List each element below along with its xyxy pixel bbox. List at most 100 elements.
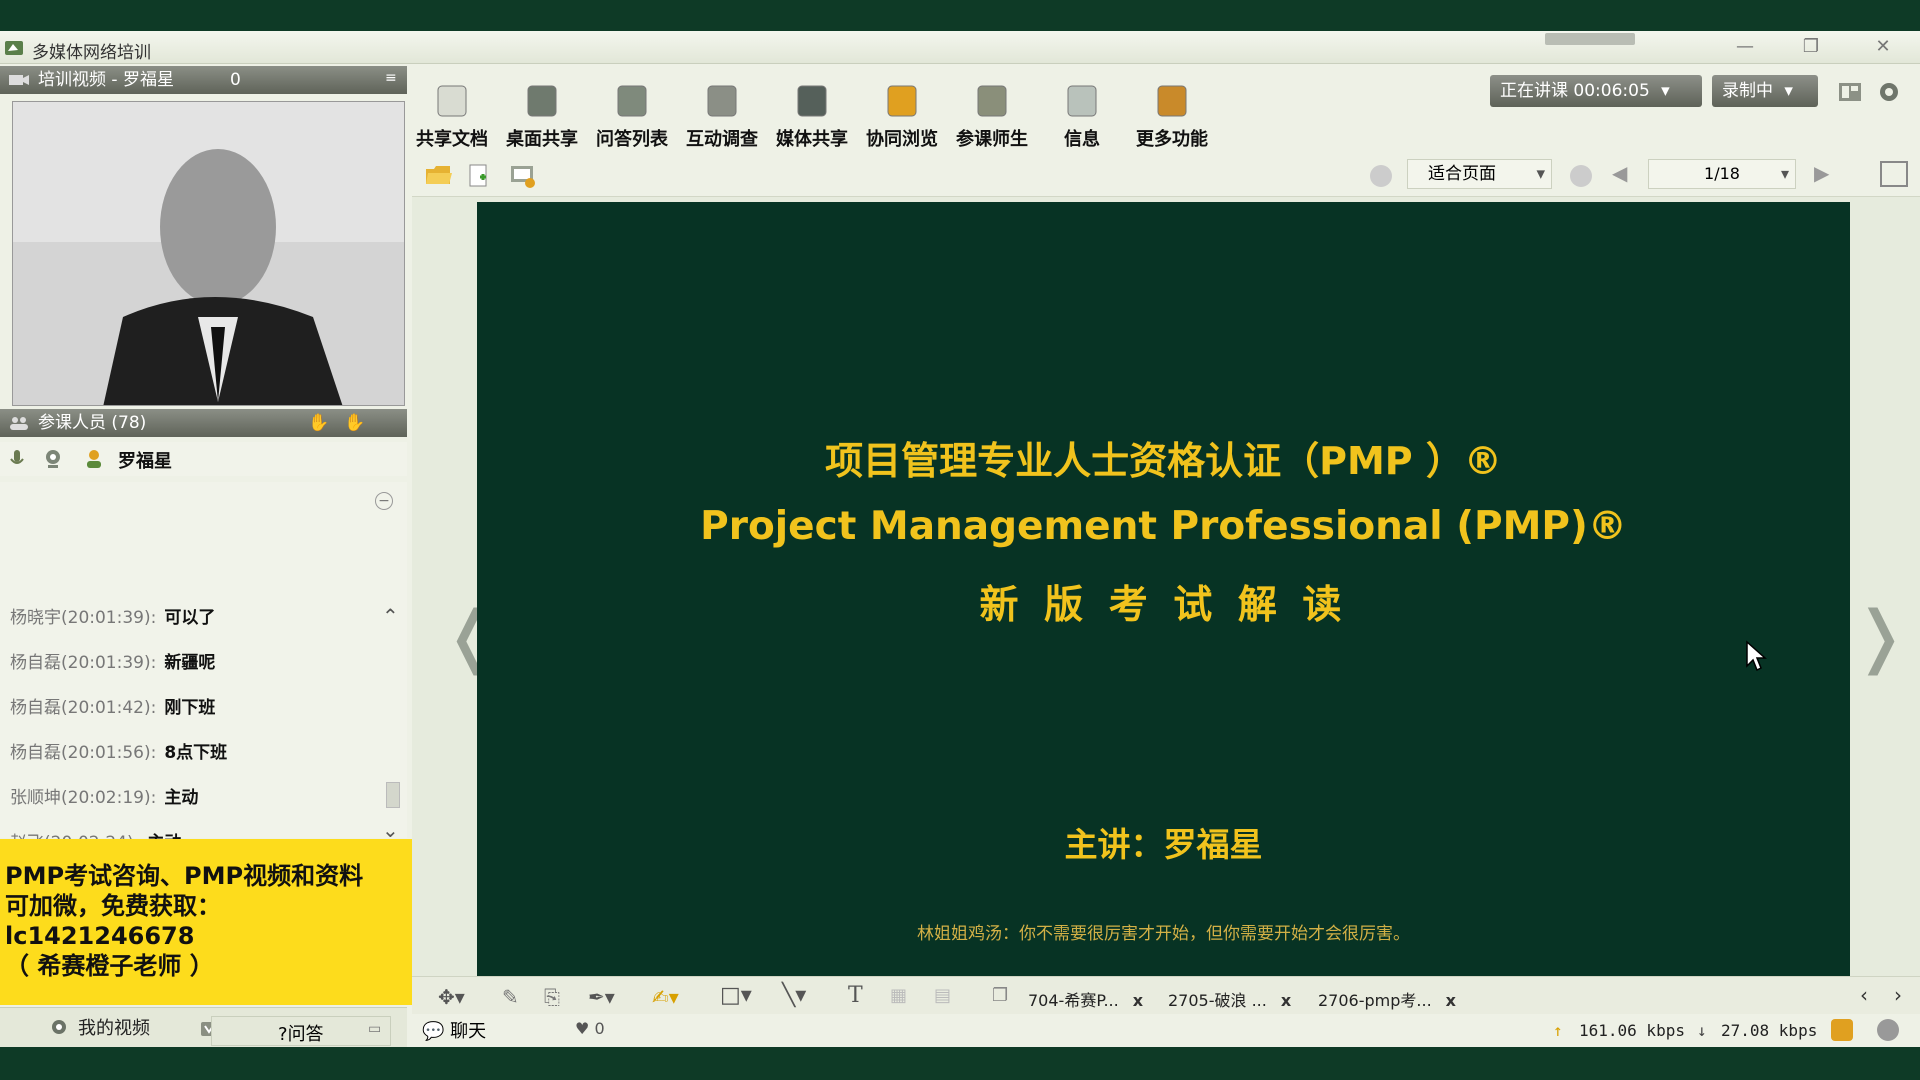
- close-tab-icon[interactable]: x: [1446, 991, 1456, 1010]
- layout-icon[interactable]: [1838, 81, 1862, 103]
- new-document-icon[interactable]: [466, 163, 492, 189]
- chevron-down-icon: ▾: [1661, 81, 1670, 101]
- chat-message: 杨自磊(20:01:42): 刚下班: [10, 694, 215, 722]
- video-count: 0: [230, 70, 241, 90]
- download-arrow-icon: ↓: [1697, 1021, 1707, 1040]
- slide: 项目管理专业人士资格认证（PMP ）® Project Management P…: [477, 202, 1850, 977]
- raise-hand-icon[interactable]: ✋: [308, 409, 329, 437]
- chat-message: 杨自磊(20:01:39): 新疆呢: [10, 649, 215, 677]
- page-select[interactable]: 1/18 ▾: [1648, 159, 1796, 189]
- chat-text: 刚下班: [164, 698, 216, 718]
- upload-arrow-icon: ↑: [1553, 1021, 1563, 1040]
- close-button[interactable]: ✕: [1868, 35, 1898, 59]
- toolbar-label: 互动调查: [686, 129, 758, 150]
- chat-message: 杨自磊(20:01:56): 8点下班: [10, 739, 227, 767]
- zoom-in-icon[interactable]: [1570, 165, 1592, 187]
- left-panel: 培训视频 - 罗福星 0 ≡ 参课人员 (78) ✋ ✋ 罗福星 − 杨晓宇(2…: [0, 64, 454, 1047]
- tabs-next-icon[interactable]: ›: [1894, 983, 1902, 1007]
- rectangle-tool-icon[interactable]: □▾: [720, 983, 752, 1008]
- slide-subtitle: 新 版 考 试 解 读: [979, 583, 1348, 628]
- close-tab-icon[interactable]: x: [1281, 991, 1291, 1010]
- presenter-video: [12, 101, 405, 406]
- heart-icon: ♥: [575, 1019, 590, 1038]
- close-tab-icon[interactable]: x: [1133, 991, 1143, 1010]
- settings-gear-icon[interactable]: [1876, 79, 1902, 105]
- chat-label: 聊天: [450, 1021, 487, 1042]
- slide-quote: 林姐姐鸡汤：你不需要很厉害才开始，但你需要开始才会很厉害。: [917, 924, 1410, 944]
- clear-icon[interactable]: ⎘: [544, 985, 560, 1009]
- network-icon[interactable]: [1831, 1019, 1853, 1041]
- recording-status[interactable]: 录制中 ▾: [1712, 75, 1818, 107]
- pointer-tool-icon[interactable]: ✥▾: [438, 985, 465, 1009]
- chat-sender: 杨自磊(20:01:42):: [10, 698, 157, 718]
- teaching-status[interactable]: 正在讲课 00:06:05 ▾: [1490, 75, 1702, 107]
- download-speed: 27.08 kbps: [1721, 1021, 1818, 1040]
- chat-text: 8点下班: [164, 743, 228, 763]
- next-page-icon[interactable]: ▶: [1814, 161, 1829, 185]
- scroll-thumb[interactable]: [386, 782, 400, 808]
- help-icon: ?: [278, 1024, 288, 1045]
- screenshot-icon[interactable]: [508, 163, 538, 189]
- camera-icon[interactable]: [42, 448, 64, 470]
- my-video-tab[interactable]: 我的视频: [48, 1016, 150, 1042]
- status-bar: ?问答 ▭ 💬 聊天 ♥ 0 ↑ 161.06 kbps ↓ 27.08 kbp…: [211, 1014, 1920, 1047]
- line-tool-icon[interactable]: ╲▾: [782, 983, 806, 1008]
- chat-tab[interactable]: 💬 聊天: [422, 1017, 486, 1043]
- document-tab-label: 704-希赛P...: [1028, 991, 1119, 1010]
- toolbar-label: 协同浏览: [866, 129, 938, 150]
- fit-page-select[interactable]: 适合页面 ▾: [1407, 159, 1552, 189]
- qa-tab[interactable]: ?问答 ▭: [211, 1016, 391, 1046]
- minimize-button[interactable]: —: [1730, 35, 1760, 59]
- chat-sender: 杨自磊(20:01:39):: [10, 653, 157, 673]
- ad-line-3: lc1421246678: [5, 922, 195, 950]
- participant-row[interactable]: 罗福星: [0, 442, 407, 476]
- panel-menu-icon[interactable]: ≡: [385, 64, 397, 92]
- drag-handle[interactable]: [1545, 33, 1635, 45]
- next-slide-icon[interactable]: ❭: [1852, 597, 1909, 676]
- likes[interactable]: ♥ 0: [575, 1019, 605, 1038]
- upload-speed: 161.06 kbps: [1579, 1021, 1685, 1040]
- restore-button[interactable]: ❐: [1796, 35, 1826, 59]
- document-icon: [437, 85, 467, 117]
- document-tab[interactable]: 2705-破浪 ... x: [1168, 987, 1291, 1011]
- chat-message: 杨晓宇(20:01:39): 可以了: [10, 604, 215, 632]
- chat-sender: 杨晓宇(20:01:39):: [10, 608, 157, 628]
- undo-icon[interactable]: ▤: [934, 985, 951, 1006]
- app-logo-icon: [5, 41, 23, 55]
- text-tool-icon[interactable]: T: [848, 983, 863, 1008]
- hand-settings-icon[interactable]: ✋: [344, 409, 365, 437]
- chat-text: 主动: [164, 788, 199, 808]
- fullscreen-icon[interactable]: [1880, 161, 1908, 187]
- document-tab[interactable]: 704-希赛P... x: [1028, 987, 1143, 1011]
- co-browse-icon: [887, 85, 917, 117]
- scroll-up-icon[interactable]: ⌃: [382, 604, 399, 628]
- minimize-qa-icon[interactable]: ▭: [368, 1021, 381, 1037]
- highlighter-icon[interactable]: ✍▾: [652, 985, 679, 1009]
- open-folder-icon[interactable]: [424, 163, 454, 187]
- presenter-silhouette-icon: [13, 102, 404, 405]
- tabs-prev-icon[interactable]: ‹: [1860, 983, 1868, 1007]
- pen-tool-icon[interactable]: ✒▾: [588, 985, 615, 1009]
- survey-chart-icon: [707, 85, 737, 117]
- my-video-label: 我的视频: [78, 1018, 150, 1039]
- microphone-icon[interactable]: [6, 448, 28, 470]
- collapse-icon[interactable]: −: [375, 492, 393, 510]
- ad-banner: PMP考试咨询、PMP视频和资料 可加微，免费获取： lc1421246678 …: [0, 839, 454, 1005]
- toolbar-label: 信息: [1064, 129, 1100, 150]
- chat-bubble-icon: 💬: [422, 1021, 445, 1042]
- eraser-icon[interactable]: ✎: [502, 985, 519, 1009]
- status-icon[interactable]: [1877, 1019, 1899, 1041]
- toolbar-label: 共享文档: [416, 129, 488, 150]
- people-icon: [10, 417, 28, 430]
- participants-title: 参课人员 (78): [38, 413, 147, 433]
- video-panel-title: 培训视频 - 罗福星: [38, 70, 174, 90]
- color-tool-icon[interactable]: ▦: [890, 985, 907, 1006]
- chevron-down-icon: ▾: [1780, 164, 1789, 183]
- document-tab[interactable]: 2706-pmp考... x: [1318, 987, 1456, 1011]
- prev-page-icon[interactable]: ◀: [1612, 161, 1627, 185]
- chat-scrollbar[interactable]: ⌃ ⌄: [380, 604, 404, 844]
- zoom-out-icon[interactable]: [1370, 165, 1392, 187]
- toolbar-label: 桌面共享: [506, 129, 578, 150]
- title-bar: 多媒体网络培训 — ❐ ✕: [0, 31, 1920, 64]
- copy-icon[interactable]: ❐: [992, 985, 1008, 1006]
